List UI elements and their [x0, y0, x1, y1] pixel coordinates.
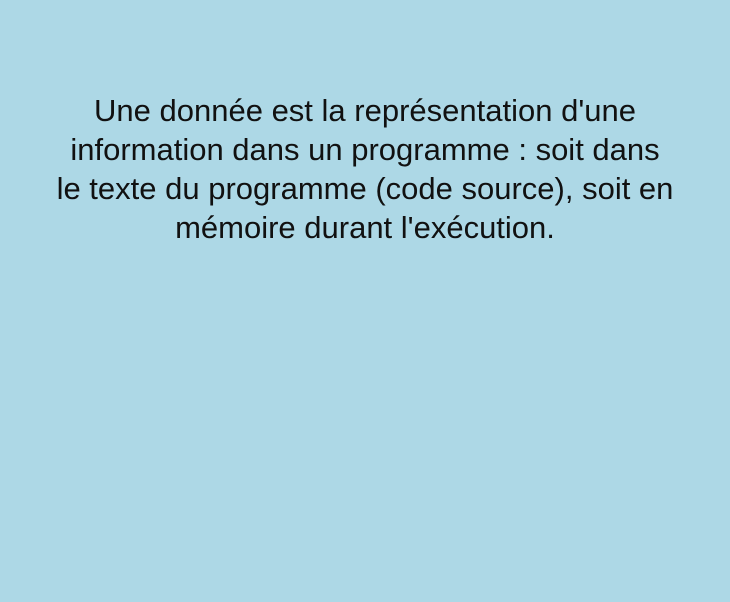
flashcard: Une donnée est la représentation d'une i… [0, 0, 730, 602]
definition-text: Une donnée est la représentation d'une i… [56, 93, 674, 245]
